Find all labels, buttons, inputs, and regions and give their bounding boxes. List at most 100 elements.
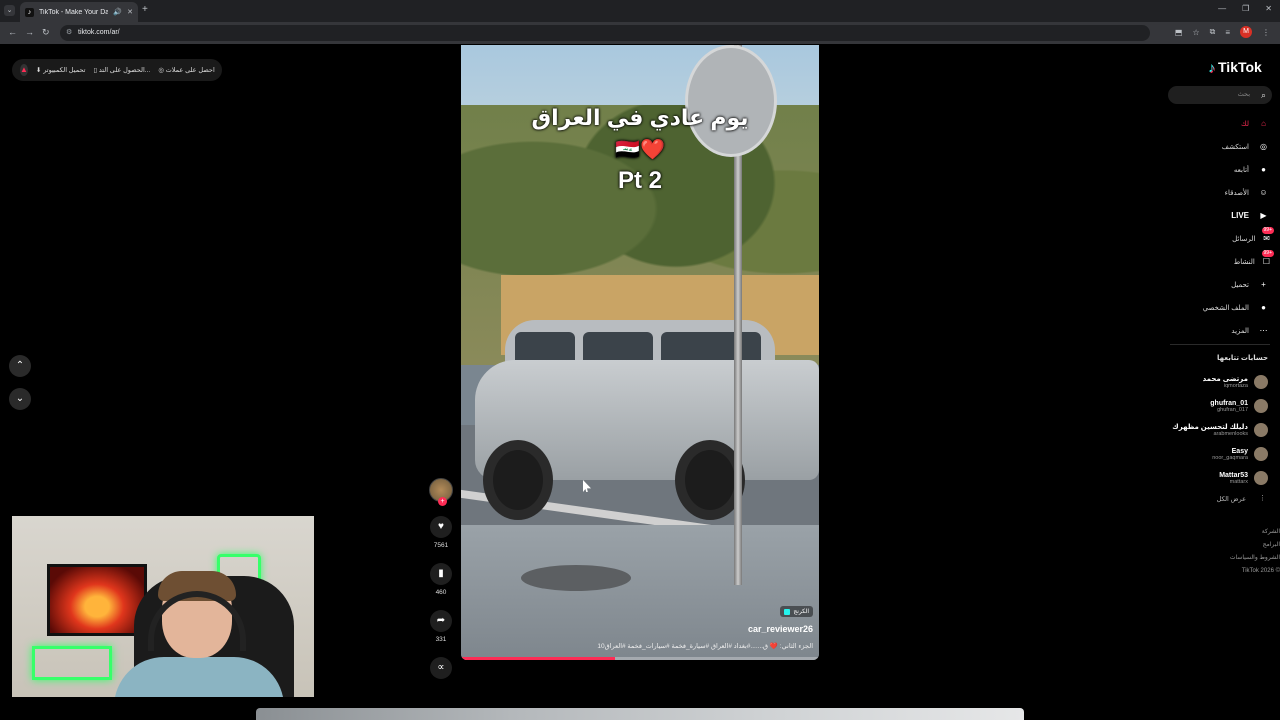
following-account[interactable]: دليلك لتحسين مظهرك arabmenlooks (1138, 418, 1268, 442)
sidebar-item-profile[interactable]: الملف الشخصي ● (1150, 296, 1270, 319)
account-handle: arabmenlooks (1213, 431, 1248, 437)
like-count: 7561 (433, 542, 449, 549)
footer-link[interactable]: البرامج (1230, 539, 1280, 552)
sidebar-item-activity[interactable]: النشاط ☐ 99+ (1150, 250, 1274, 273)
close-window-icon[interactable]: ✕ (1265, 4, 1272, 13)
follow-plus-icon[interactable]: + (438, 497, 447, 506)
pc-app-link[interactable]: ⬇ تحميل الكمبيوتر (36, 66, 86, 74)
search-placeholder: بحث (1237, 91, 1250, 98)
account-avatar (1254, 447, 1268, 461)
get-app-link[interactable]: ▯ الحصول على التد... (93, 66, 150, 74)
get-coins-link[interactable]: ◎ احصل على عملات (158, 66, 215, 74)
sidebar-item-home[interactable]: لك ⌂ (1150, 112, 1270, 135)
next-video-preview[interactable] (256, 708, 1024, 720)
close-tab-icon[interactable]: ✕ (127, 8, 133, 16)
forward-icon[interactable]: → (25, 27, 34, 37)
video-car (475, 320, 819, 520)
account-names: Mattar53 mattarx (1219, 472, 1248, 485)
following-account[interactable]: مرتضى محمد iqmortaza (1138, 370, 1268, 394)
next-video-button[interactable]: ⌄ (9, 388, 31, 410)
share-icon[interactable]: ➦ (430, 610, 452, 632)
address-bar[interactable]: ⚙ tiktok.com/ar/ (60, 25, 1150, 41)
sidebar-item-following[interactable]: أتابعه ● (1150, 158, 1270, 181)
tab-title: TikTok - Make Your Day (39, 8, 109, 16)
sidebar-item-upload[interactable]: تحميل + (1150, 273, 1270, 296)
save-count: 460 (435, 589, 447, 596)
following-accounts-list: مرتضى محمد iqmortaza ghufran_01 ghufran_017… (1138, 370, 1268, 490)
account-names: مرتضى محمد iqmortaza (1203, 375, 1248, 389)
search-input[interactable]: بحث ⌕ (1168, 86, 1272, 104)
compass-icon: ◎ (1260, 142, 1267, 151)
sidebar-item-live[interactable]: LIVE ▶ (1150, 204, 1270, 227)
messages-icon: ✉ (1263, 234, 1270, 243)
sidebar-item-friends[interactable]: الأصدقاء ☺ (1150, 181, 1270, 204)
effect-badge-icon (784, 608, 791, 615)
sidebar-item-label: تحميل (1231, 281, 1249, 289)
toolbar-icons: ⬒ ☆ ⧉ ≡ M ⋮ (1175, 26, 1270, 38)
notification-badge: 99+ (1261, 250, 1274, 257)
sidebar-item-label: الأصدقاء (1224, 189, 1249, 197)
account-names: Easy noor_gaqmara (1212, 448, 1248, 461)
menu-icon[interactable]: ⋮ (1262, 28, 1270, 37)
sidebar-item-label: LIVE (1231, 211, 1249, 220)
account-avatar (1254, 471, 1268, 485)
media-icon[interactable]: ≡ (1225, 28, 1230, 37)
url-text: tiktok.com/ar/ (78, 29, 120, 36)
reload-icon[interactable]: ↻ (42, 27, 50, 38)
video-player[interactable]: يوم عادي في العراق 🇮🇶❤️ Pt 2 الكرنج car_… (461, 45, 819, 660)
like-heart-icon[interactable]: ♥ (430, 516, 452, 538)
previous-video-button[interactable]: ⌃ (9, 355, 31, 377)
tiktok-favicon-icon: ♪ (25, 7, 34, 17)
webcam-led-cabinet (32, 646, 112, 680)
footer-link[interactable]: TikTok 2026 © (1230, 565, 1280, 578)
following-account[interactable]: Mattar53 mattarx (1138, 466, 1268, 490)
following-account[interactable]: Easy noor_gaqmara (1138, 442, 1268, 466)
sidebar-item-label: الملف الشخصي (1202, 304, 1249, 312)
profile-avatar[interactable]: M (1240, 26, 1252, 38)
new-tab-icon[interactable]: + (142, 4, 148, 15)
extensions-icon[interactable]: ⧉ (1210, 27, 1216, 37)
footer-link[interactable]: الشركة (1230, 526, 1280, 539)
browser-tab[interactable]: ♪ TikTok - Make Your Day 🔊 ✕ (20, 2, 138, 22)
account-name: Easy (1231, 447, 1248, 455)
maximize-icon[interactable]: ❐ (1242, 4, 1249, 13)
video-caption[interactable]: الجزء الثاني: ❤️ ق.......#بغداد #العراق … (597, 642, 813, 650)
profile-icon: ● (1261, 303, 1266, 312)
footer-link[interactable]: الشروط والسياسات (1230, 552, 1280, 565)
friends-icon: ☺ (1259, 188, 1268, 197)
video-manhole (521, 565, 631, 591)
video-sidewalk (461, 525, 819, 660)
sidebar-item-more[interactable]: المزيد ⋯ (1150, 319, 1270, 342)
bookmark-star-icon[interactable]: ☆ (1192, 28, 1199, 37)
see-all-icon[interactable]: ⋮ (1259, 494, 1266, 502)
video-progress-bar[interactable] (461, 657, 819, 660)
account-names: ghufran_01 ghufran_017 (1210, 400, 1248, 413)
webcam-streamer (104, 571, 304, 697)
bookmark-icon[interactable]: ▮ (430, 563, 452, 585)
video-overlay-emoji: 🇮🇶❤️ (615, 139, 665, 161)
following-account[interactable]: ghufran_01 ghufran_017 (1138, 394, 1268, 418)
account-name: دليلك لتحسين مظهرك (1172, 424, 1248, 431)
minimize-icon[interactable]: — (1218, 4, 1226, 13)
alert-icon[interactable]: ▲ (20, 64, 28, 76)
search-icon[interactable]: ⌕ (1261, 86, 1266, 104)
tab-search-icon[interactable]: ⌄ (4, 5, 15, 16)
browser-tabbar: ⌄ ♪ TikTok - Make Your Day 🔊 ✕ + — ❐ ✕ (0, 0, 1280, 22)
sound-disc-icon[interactable]: ∝ (430, 657, 452, 679)
account-names: دليلك لتحسين مظهرك arabmenlooks (1172, 423, 1248, 437)
get-app-label: الحصول على التد... (98, 67, 151, 74)
author-avatar[interactable]: + (429, 478, 453, 506)
sidebar-item-compass[interactable]: استكشف ◎ (1150, 135, 1270, 158)
account-name: مرتضى محمد (1202, 376, 1248, 383)
back-icon[interactable]: ← (8, 27, 17, 37)
video-author[interactable]: car_reviewer26 (748, 624, 813, 634)
speaker-icon[interactable]: 🔊 (113, 8, 122, 16)
tiktok-logo[interactable]: ♪ TikTok (1208, 59, 1262, 75)
sidebar-item-label: النشاط (1233, 258, 1255, 266)
effect-badge[interactable]: الكرنج (780, 606, 813, 617)
see-all-link[interactable]: عرض الكل (1217, 495, 1246, 503)
get-coins-label: احصل على عملات (165, 67, 215, 74)
install-icon[interactable]: ⬒ (1175, 28, 1183, 37)
sidebar-item-messages[interactable]: الرسائل ✉ 99+ (1150, 227, 1274, 250)
site-info-icon[interactable]: ⚙ (66, 25, 72, 41)
